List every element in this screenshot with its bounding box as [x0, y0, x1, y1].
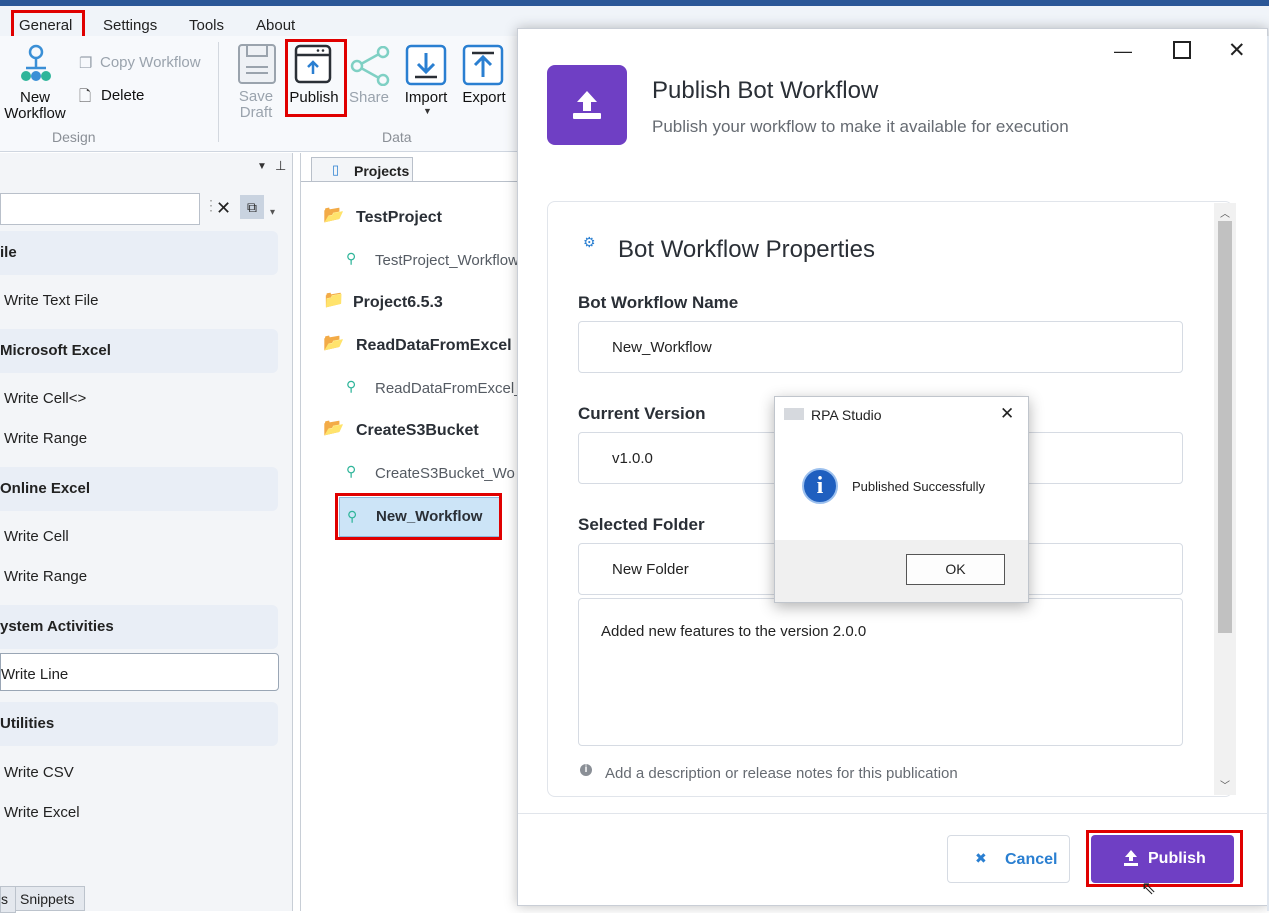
activity-write-cell-generic[interactable]: Write Cell<>: [4, 390, 86, 407]
projects-tab-label: Projects: [354, 163, 410, 179]
publish-upload-icon: [547, 65, 627, 145]
close-icon[interactable]: ✕: [1228, 38, 1246, 63]
delete-icon: 🗋: [79, 88, 92, 105]
highlight-ribbon-publish: [285, 39, 347, 117]
category-online-excel[interactable]: Online Excel: [0, 467, 278, 511]
group-divider: [218, 42, 219, 142]
folder-icon: 📁: [323, 290, 345, 309]
cancel-button[interactable]: ✖ Cancel: [947, 835, 1070, 883]
section-title: Bot Workflow Properties: [618, 236, 875, 263]
folder-open-icon: 📂: [323, 333, 345, 352]
category-utilities[interactable]: Utilities: [0, 702, 278, 746]
highlight-new-workflow: [335, 493, 502, 540]
activity-search-input[interactable]: [0, 193, 200, 225]
workflow-icon: ⚲: [346, 250, 357, 266]
dialog-title: Publish Bot Workflow: [652, 77, 879, 104]
category-system-activities[interactable]: ystem Activities: [0, 605, 278, 649]
info-icon: i: [802, 468, 838, 504]
bottom-tab-activities[interactable]: s: [0, 886, 16, 913]
current-version-label: Current Version: [578, 404, 706, 423]
cancel-label: Cancel: [1005, 851, 1058, 868]
workflow-readdatafromexcel[interactable]: ReadDataFromExcel_: [375, 380, 523, 397]
clear-search-icon[interactable]: ✕: [216, 198, 231, 219]
menu-tab-tools[interactable]: Tools: [189, 17, 224, 34]
new-workflow-icon[interactable]: [18, 44, 54, 86]
message-text: Published Successfully: [852, 479, 985, 494]
message-box-close-icon[interactable]: ✕: [1000, 404, 1014, 424]
mouse-cursor-icon: ⇖: [1141, 878, 1157, 898]
release-notes-hint: Add a description or release notes for t…: [605, 765, 958, 782]
bottom-tab-snippets[interactable]: Snippets: [15, 886, 85, 911]
projects-tab[interactable]: ▯ Projects: [311, 157, 413, 182]
menu-tab-settings[interactable]: Settings: [103, 17, 157, 34]
tab-divider: [301, 181, 519, 182]
save-draft-button[interactable]: Save Draft: [228, 89, 284, 121]
ok-button[interactable]: OK: [906, 554, 1005, 585]
info-icon: i: [580, 764, 592, 776]
import-dropdown-arrow-icon[interactable]: ▼: [423, 106, 432, 116]
import-icon: [405, 44, 447, 89]
import-button[interactable]: Import: [398, 90, 454, 106]
app-logo-icon: [784, 408, 804, 420]
data-group-label: Data: [382, 129, 412, 145]
activity-write-range-online[interactable]: Write Range: [4, 568, 87, 585]
workflow-creates3bucket[interactable]: CreateS3Bucket_Wo: [375, 465, 515, 482]
activity-write-line[interactable]: Write Line: [1, 666, 68, 683]
activity-write-cell[interactable]: Write Cell: [4, 528, 69, 545]
minimize-icon[interactable]: —: [1114, 41, 1132, 62]
dialog-scrollbar[interactable]: ︿ ﹀: [1214, 203, 1236, 795]
menu-tab-about[interactable]: About: [256, 17, 295, 34]
category-microsoft-excel[interactable]: Microsoft Excel: [0, 329, 278, 373]
release-notes-textarea[interactable]: Added new features to the version 2.0.0: [578, 598, 1183, 746]
gear-icon: ⚙: [583, 234, 596, 250]
share-button[interactable]: Share: [346, 90, 392, 106]
message-box-title: RPA Studio: [811, 407, 882, 423]
folder-open-icon: 📂: [323, 418, 345, 437]
copy-icon: ❐: [79, 55, 93, 72]
footer-divider: [518, 813, 1267, 814]
workflow-icon: ⚲: [346, 463, 357, 479]
release-notes-text: Added new features to the version 2.0.0: [601, 623, 867, 640]
export-button[interactable]: Export: [456, 90, 512, 106]
folder-open-icon: 📂: [323, 205, 345, 224]
pin-icon[interactable]: ⊥: [275, 158, 286, 174]
activity-write-range[interactable]: Write Range: [4, 430, 87, 447]
scrollbar-thumb[interactable]: [1218, 221, 1232, 633]
workflow-testproject[interactable]: TestProject_Workflow: [375, 252, 519, 269]
activities-pane: ▼ ⊥ ⋮ ✕ ⧉ ▾ ile Write Text File Microsof…: [0, 153, 293, 913]
share-icon: [349, 45, 391, 89]
project-creates3bucket[interactable]: CreateS3Bucket: [356, 422, 479, 440]
pane-menu-arrow-icon[interactable]: ▼: [257, 161, 267, 172]
project-readdatafromexcel[interactable]: ReadDataFromExcel: [356, 337, 512, 355]
save-draft-icon: [237, 43, 277, 88]
highlight-dialog-publish: [1086, 830, 1243, 887]
message-box: RPA Studio ✕ i Published Successfully OK: [774, 396, 1029, 603]
activity-write-excel[interactable]: Write Excel: [4, 804, 80, 821]
delete-button[interactable]: Delete: [101, 88, 144, 104]
new-workflow-button[interactable]: New Workflow: [0, 90, 70, 122]
copy-workflow-button[interactable]: Copy Workflow: [100, 55, 201, 71]
cancel-x-icon: ✖: [975, 850, 987, 866]
activity-write-text-file[interactable]: Write Text File: [4, 292, 98, 309]
message-box-titlebar: RPA Studio ✕: [775, 397, 1028, 433]
workflow-icon: ⚲: [346, 378, 357, 394]
category-file[interactable]: ile: [0, 231, 278, 275]
message-box-footer: OK: [775, 540, 1028, 602]
design-group-label: Design: [52, 129, 96, 145]
project-6-5-3[interactable]: Project6.5.3: [353, 294, 443, 312]
collapse-all-icon[interactable]: ⧉: [240, 195, 264, 219]
maximize-icon[interactable]: [1173, 41, 1191, 59]
document-icon: ▯: [332, 162, 340, 177]
bot-workflow-name-label: Bot Workflow Name: [578, 293, 739, 312]
scroll-down-icon[interactable]: ﹀: [1220, 777, 1230, 792]
export-icon: [462, 44, 504, 89]
ribbon: New Workflow ❐ Copy Workflow 🗋 Delete De…: [0, 36, 520, 152]
dialog-subtitle: Publish your workflow to make it availab…: [652, 117, 1069, 136]
activity-write-csv[interactable]: Write CSV: [4, 764, 74, 781]
project-testproject[interactable]: TestProject: [356, 209, 442, 227]
scroll-up-icon[interactable]: ︿: [1220, 205, 1230, 220]
selected-folder-label: Selected Folder: [578, 515, 705, 534]
bot-workflow-name-input[interactable]: New_Workflow: [578, 321, 1183, 373]
options-arrow-icon[interactable]: ▾: [270, 207, 275, 218]
